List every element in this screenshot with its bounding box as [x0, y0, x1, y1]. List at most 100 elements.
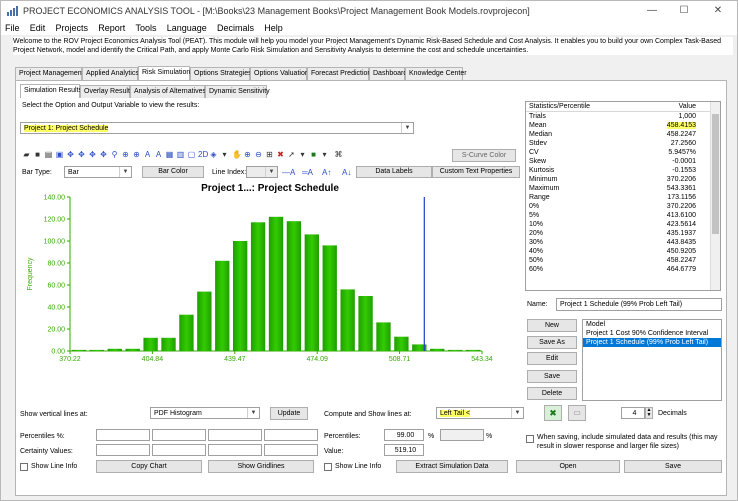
zoom-extent-icon[interactable]: ⊞ [265, 150, 274, 160]
tab-dynamic-sensitivity[interactable]: Dynamic Sensitivity [205, 85, 270, 98]
certainty-input-2[interactable] [152, 444, 206, 456]
save-button[interactable]: Save [624, 460, 722, 473]
grid-icon[interactable]: ▦ [165, 150, 174, 160]
percentile-input-3[interactable] [208, 429, 262, 441]
font-icon[interactable]: A [154, 150, 163, 160]
open-folder-icon[interactable]: ▰ [22, 150, 31, 160]
include-data-checkbox[interactable] [526, 435, 534, 443]
dropdown-arrow-icon[interactable]: ▾ [220, 150, 229, 160]
tab-knowledge-center[interactable]: Knowledge Center [405, 67, 467, 80]
scurve-color-button[interactable]: S-Curve Color [452, 149, 516, 162]
menu-language[interactable]: Language [163, 21, 211, 35]
palette-icon[interactable]: ◈ [209, 150, 218, 160]
copy-results-icon[interactable]: ▭ [568, 405, 586, 421]
percentile-value-input[interactable]: 99.00 [384, 429, 424, 441]
axis-icon[interactable]: ⊕ [121, 150, 130, 160]
line-index-select[interactable]: ▼ [246, 166, 278, 178]
menu-projects[interactable]: Projects [52, 21, 93, 35]
tab-risk-simulation[interactable]: Risk Simulation [138, 66, 190, 80]
model-list[interactable]: Model Project 1 Cost 90% Confidence Inte… [582, 319, 722, 401]
move-icon[interactable]: ✥ [66, 150, 75, 160]
model-list-item-selected[interactable]: Project 1 Schedule (99% Prob Left Tail) [583, 338, 721, 347]
copy-chart-button[interactable]: Copy Chart [96, 460, 202, 473]
zoom-out-icon[interactable]: ⊖ [254, 150, 263, 160]
menu-file[interactable]: File [1, 21, 24, 35]
move-up-icon[interactable]: ✥ [99, 150, 108, 160]
export-icon[interactable]: ■ [309, 150, 318, 160]
hand-icon[interactable]: ✋ [232, 150, 242, 160]
show-gridlines-button[interactable]: Show Gridlines [208, 460, 314, 473]
maximize-button[interactable]: ☐ [669, 3, 699, 19]
menu-edit[interactable]: Edit [26, 21, 50, 35]
move-left-icon[interactable]: ✥ [77, 150, 86, 160]
line-bold-icon[interactable]: A↑ [322, 168, 331, 177]
show-line-info-checkbox-2[interactable] [324, 463, 332, 471]
open-button[interactable]: Open [516, 460, 620, 473]
certainty-input-3[interactable] [208, 444, 262, 456]
menu-help[interactable]: Help [260, 21, 287, 35]
menu-report[interactable]: Report [94, 21, 129, 35]
custom-text-properties-button[interactable]: Custom Text Properties [432, 166, 520, 178]
decimals-input[interactable]: 4 [621, 407, 645, 419]
certainty-input-4[interactable] [264, 444, 318, 456]
certainty-input-1[interactable] [96, 444, 150, 456]
menu-decimals[interactable]: Decimals [213, 21, 258, 35]
chart-2d-icon[interactable]: 2D [198, 150, 208, 160]
close-button[interactable]: ✕ [703, 3, 733, 19]
tab-options-valuation[interactable]: Options Valuation [250, 67, 309, 80]
tab-project-management[interactable]: Project Management [15, 67, 84, 80]
new-model-button[interactable]: New [527, 319, 577, 332]
pointer-icon[interactable]: ➚ [287, 150, 296, 160]
stats-scrollbar[interactable] [710, 102, 720, 290]
minimize-button[interactable]: — [637, 3, 667, 19]
text-icon[interactable]: A [143, 150, 152, 160]
line-style-icon[interactable]: A↓ [342, 168, 351, 177]
delete-icon[interactable]: ✖ [276, 150, 285, 160]
percentile-input-2[interactable] [152, 429, 206, 441]
dropdown-arrow-icon-3[interactable]: ▾ [320, 150, 329, 160]
line-thick-icon[interactable]: ═A [302, 168, 313, 177]
scroll-thumb[interactable] [712, 114, 719, 234]
bar-color-button[interactable]: Bar Color [142, 166, 204, 178]
tail-type-select[interactable]: Left Tail < ▼ [436, 407, 524, 419]
extract-simulation-data-button[interactable]: Extract Simulation Data [396, 460, 508, 473]
chart-type-select[interactable]: PDF Histogram ▼ [150, 407, 260, 419]
output-variable-select[interactable]: Project 1: Project Schedule ▼ [20, 122, 414, 134]
axis-scale-icon[interactable]: ⊕ [132, 150, 141, 160]
print-icon[interactable]: ▤ [44, 150, 53, 160]
model-list-item[interactable]: Project 1 Cost 90% Confidence Interval [583, 329, 721, 338]
dropdown-arrow-icon-2[interactable]: ▾ [298, 150, 307, 160]
chart-type-icon[interactable]: ▢ [187, 150, 196, 160]
bar-type-select[interactable]: Bar ▼ [64, 166, 132, 178]
value-output[interactable]: 519.10 [384, 444, 424, 456]
percentile-input-4[interactable] [264, 429, 318, 441]
copy-icon[interactable]: ▣ [55, 150, 64, 160]
move-right-icon[interactable]: ✥ [88, 150, 97, 160]
tab-dashboard[interactable]: Dashboard [369, 67, 407, 80]
tab-options-strategies[interactable]: Options Strategies [190, 67, 252, 80]
decimals-stepper[interactable]: ▲ ▼ [645, 407, 653, 419]
tab-analysis-of-alternatives[interactable]: Analysis of Alternatives [130, 85, 206, 98]
percentile-secondary-input[interactable] [440, 429, 484, 441]
zoom-in-icon[interactable]: ⊕ [243, 150, 252, 160]
data-labels-button[interactable]: Data Labels [356, 166, 432, 178]
tab-simulation-results[interactable]: Simulation Results [20, 84, 82, 98]
zoom-icon[interactable]: ⚲ [110, 150, 119, 160]
tab-forecast-prediction[interactable]: Forecast Prediction [307, 67, 371, 80]
percentile-input-1[interactable] [96, 429, 150, 441]
update-button[interactable]: Update [270, 407, 308, 420]
save-model-button[interactable]: Save [527, 370, 577, 383]
save-as-button[interactable]: Save As [527, 336, 577, 349]
model-name-input[interactable]: Project 1 Schedule (99% Prob Left Tail) [556, 298, 722, 311]
excel-export-icon[interactable]: ✖ [544, 405, 562, 421]
tab-overlay-results[interactable]: Overlay Results [80, 85, 133, 98]
legend-icon[interactable]: ▥ [176, 150, 185, 160]
show-line-info-checkbox[interactable] [20, 463, 28, 471]
save-icon[interactable]: ■ [33, 150, 42, 160]
line-thin-icon[interactable]: —A [282, 168, 295, 177]
edit-model-button[interactable]: Edit [527, 352, 577, 365]
binoculars-icon[interactable]: ⌘ [334, 150, 343, 160]
menu-tools[interactable]: Tools [132, 21, 161, 35]
delete-model-button[interactable]: Delete [527, 387, 577, 400]
tab-applied-analytics[interactable]: Applied Analytics [82, 67, 139, 80]
